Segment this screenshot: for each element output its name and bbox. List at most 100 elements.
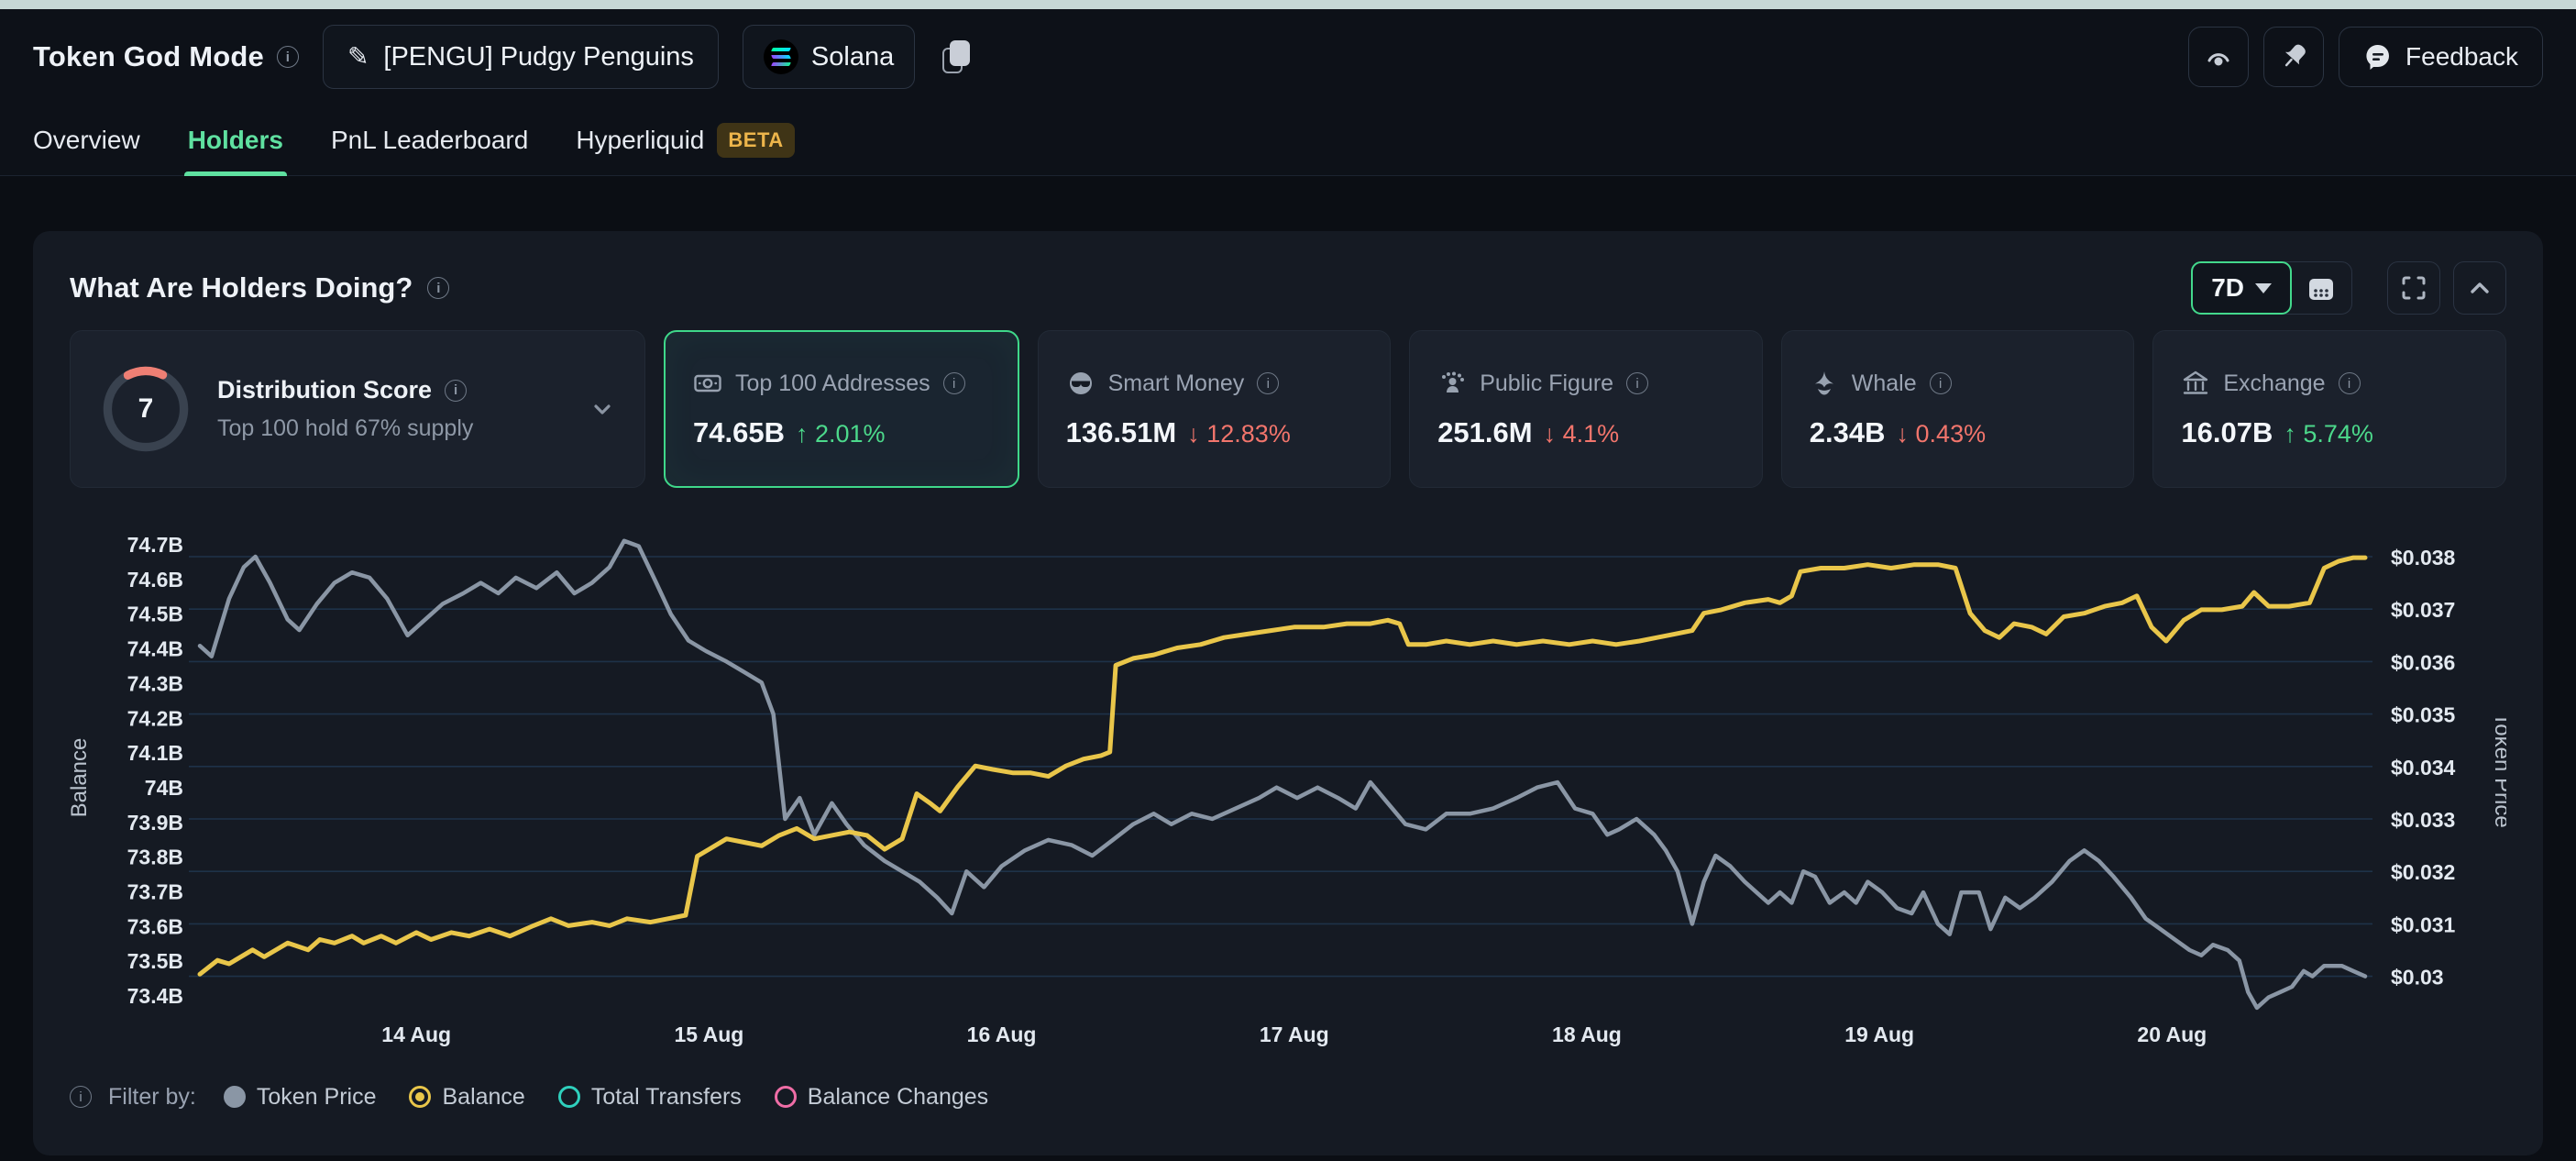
right-axis-tick: $0.037 [2391,598,2455,622]
left-axis-tick: 73.4B [127,984,183,1008]
main-tabs: Overview Holders PnL Leaderboard Hyperli… [0,105,2576,176]
chain-selector-button[interactable]: Solana [743,25,915,89]
x-axis-tick: 17 Aug [1260,1023,1329,1046]
chart-filter-row: Filter by: Token Price Balance Total Tra… [70,1073,2506,1121]
left-axis-tick: 73.9B [127,811,183,835]
left-axis-tick: 73.6B [127,914,183,938]
tab-pnl-leaderboard[interactable]: PnL Leaderboard [331,105,528,175]
pin-icon [2278,41,2309,72]
stat-value: 16.07B [2181,416,2273,449]
stat-value: 251.6M [1437,416,1532,449]
tab-holders[interactable]: Holders [188,105,283,175]
page-title-text: Token God Mode [33,40,264,73]
filter-by-label: Filter by: [108,1084,196,1111]
stat-change: ↓ 12.83% [1187,420,1291,448]
calendar-button[interactable] [2291,262,2351,314]
balance-vs-price-chart[interactable]: $0.038$0.037$0.036$0.035$0.034$0.033$0.0… [70,503,2506,1066]
stat-change: ↓ 0.43% [1897,420,1987,448]
holder-stat-cards: 7 Distribution Score Top 100 hold 67% su… [70,330,2506,488]
chevron-down-icon[interactable] [588,394,617,424]
stat-change: ↑ 2.01% [796,420,886,448]
info-icon[interactable] [943,372,965,394]
stat-label: Smart Money [1108,370,1245,397]
stat-card-whale[interactable]: Whale 2.34B ↓ 0.43% [1781,330,2135,488]
x-axis-tick: 16 Aug [967,1023,1037,1046]
filter-option-total-transfers[interactable]: Total Transfers [558,1084,742,1111]
distribution-score-label: Distribution Score [217,376,432,404]
distribution-score-subtitle: Top 100 hold 67% supply [217,415,473,442]
distribution-gauge: 7 [98,361,193,457]
right-axis-tick: $0.03 [2391,966,2444,990]
right-axis-title: Token Price [2490,713,2506,827]
right-axis-tick: $0.034 [2391,756,2456,780]
stat-card-smart-money[interactable]: Smart Money 136.51M ↓ 12.83% [1038,330,1392,488]
collapse-button[interactable] [2453,261,2506,315]
left-axis-tick: 73.8B [127,846,183,869]
info-icon[interactable] [445,380,467,402]
x-axis-tick: 14 Aug [381,1023,451,1046]
distribution-score-card[interactable]: 7 Distribution Score Top 100 hold 67% su… [70,330,645,488]
balance-changes-swatch [775,1086,797,1108]
filter-option-balance[interactable]: Balance [409,1084,524,1111]
stat-card-public-figure[interactable]: Public Figure 251.6M ↓ 4.1% [1409,330,1763,488]
range-dropdown[interactable]: 7D [2191,261,2292,315]
left-axis-tick: 74.2B [127,706,183,730]
left-axis-title: Balance [70,738,92,818]
smart-money-icon [1066,369,1095,398]
whale-icon [1810,369,1839,398]
holders-chart[interactable]: $0.038$0.037$0.036$0.035$0.034$0.033$0.0… [70,503,2506,1066]
left-axis-tick: 74.5B [127,603,183,626]
x-axis-tick: 20 Aug [2137,1023,2207,1046]
tab-overview[interactable]: Overview [33,105,140,175]
token-selector-label: [PENGU] Pudgy Penguins [383,42,694,72]
left-axis-tick: 74.6B [127,568,183,592]
token-selector-button[interactable]: ✎ [PENGU] Pudgy Penguins [323,25,719,89]
stat-value: 136.51M [1066,416,1177,449]
token-god-mode-page: { "header": { "title": "Token God Mode",… [0,0,2576,1161]
info-icon[interactable] [1257,372,1279,394]
info-icon[interactable] [427,277,449,299]
left-axis-tick: 74.4B [127,637,183,661]
stat-change: ↑ 5.74% [2284,420,2373,448]
stat-card-exchange[interactable]: Exchange 16.07B ↑ 5.74% [2152,330,2506,488]
stat-value: 2.34B [1810,416,1886,449]
left-axis-tick: 73.7B [127,880,183,904]
page-title: Token God Mode [33,40,299,73]
left-axis-tick: 73.5B [127,949,183,973]
feedback-label: Feedback [2405,42,2518,72]
filter-option-balance-changes[interactable]: Balance Changes [775,1084,988,1111]
x-axis-tick: 19 Aug [1844,1023,1914,1046]
beta-badge: BETA [717,123,794,158]
fullscreen-button[interactable] [2387,261,2440,315]
right-axis-tick: $0.038 [2391,546,2456,569]
right-axis-tick: $0.035 [2391,703,2456,727]
watchlist-button[interactable] [2188,27,2249,87]
stat-value: 74.65B [693,416,785,449]
info-icon[interactable] [2339,372,2361,394]
range-label: 7D [2211,273,2244,303]
info-icon[interactable] [277,46,299,68]
banknote-icon [693,369,722,398]
filter-option-token-price[interactable]: Token Price [224,1084,377,1111]
pencil-icon: ✎ [347,41,369,72]
pin-button[interactable] [2263,27,2324,87]
x-axis-tick: 18 Aug [1552,1023,1622,1046]
total-transfers-swatch [558,1086,580,1108]
copy-address-button[interactable] [942,40,970,73]
info-icon[interactable] [1930,372,1952,394]
info-icon [70,1086,92,1108]
x-axis-tick: 15 Aug [674,1023,743,1046]
tab-hyperliquid[interactable]: Hyperliquid BETA [576,105,794,175]
stat-label: Exchange [2223,370,2325,397]
app-header: Token God Mode ✎ [PENGU] Pudgy Penguins … [0,9,2576,105]
section-title: What Are Holders Doing? [70,271,449,304]
info-icon[interactable] [1626,372,1648,394]
stat-card-top-100-addresses[interactable]: Top 100 Addresses 74.65B ↑ 2.01% [664,330,1019,488]
public-figure-icon [1437,369,1467,398]
browser-top-strip [0,0,2576,9]
right-axis-tick: $0.031 [2391,912,2456,936]
solana-icon [764,39,798,74]
balance-swatch [409,1086,431,1108]
feedback-button[interactable]: Feedback [2339,27,2543,87]
right-axis-tick: $0.032 [2391,860,2455,884]
